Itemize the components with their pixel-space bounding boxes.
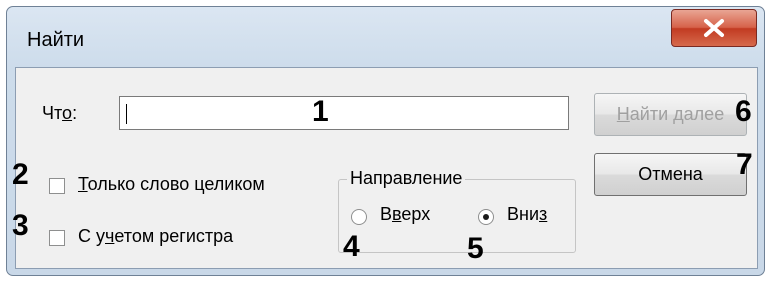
dialog-body: Что: Найти далее Отмена Только слово цел…	[15, 67, 758, 269]
callout-2: 2	[12, 158, 29, 191]
direction-up-label[interactable]: Вверх	[380, 204, 430, 225]
cancel-button[interactable]: Отмена	[594, 153, 747, 196]
close-icon	[704, 19, 724, 37]
callout-1: 1	[312, 95, 329, 128]
whole-word-label[interactable]: Только слово целиком	[78, 174, 265, 195]
close-button[interactable]	[671, 9, 757, 47]
callout-5: 5	[467, 232, 484, 265]
radio-selected-dot	[483, 214, 489, 220]
title-bar[interactable]: Найти	[7, 7, 764, 69]
direction-group-label: Направление	[347, 168, 466, 189]
find-next-button[interactable]: Найти далее	[594, 93, 747, 136]
callout-3: 3	[12, 209, 29, 242]
direction-up-radio[interactable]	[351, 209, 367, 225]
match-case-checkbox[interactable]	[49, 230, 65, 246]
callout-4: 4	[343, 230, 360, 263]
direction-group: Направление Вверх Вниз	[338, 168, 576, 253]
find-dialog: Найти Что: Найти далее Отмена Только сло…	[6, 6, 765, 276]
direction-down-label[interactable]: Вниз	[507, 204, 547, 225]
whole-word-checkbox[interactable]	[49, 178, 65, 194]
dialog-title: Найти	[27, 29, 85, 51]
callout-7: 7	[736, 148, 753, 181]
direction-down-radio[interactable]	[478, 209, 494, 225]
find-what-label: Что:	[42, 103, 78, 123]
callout-6: 6	[735, 95, 752, 128]
text-caret	[126, 104, 127, 124]
match-case-label[interactable]: С учетом регистра	[78, 226, 233, 247]
find-what-input[interactable]	[119, 96, 569, 130]
